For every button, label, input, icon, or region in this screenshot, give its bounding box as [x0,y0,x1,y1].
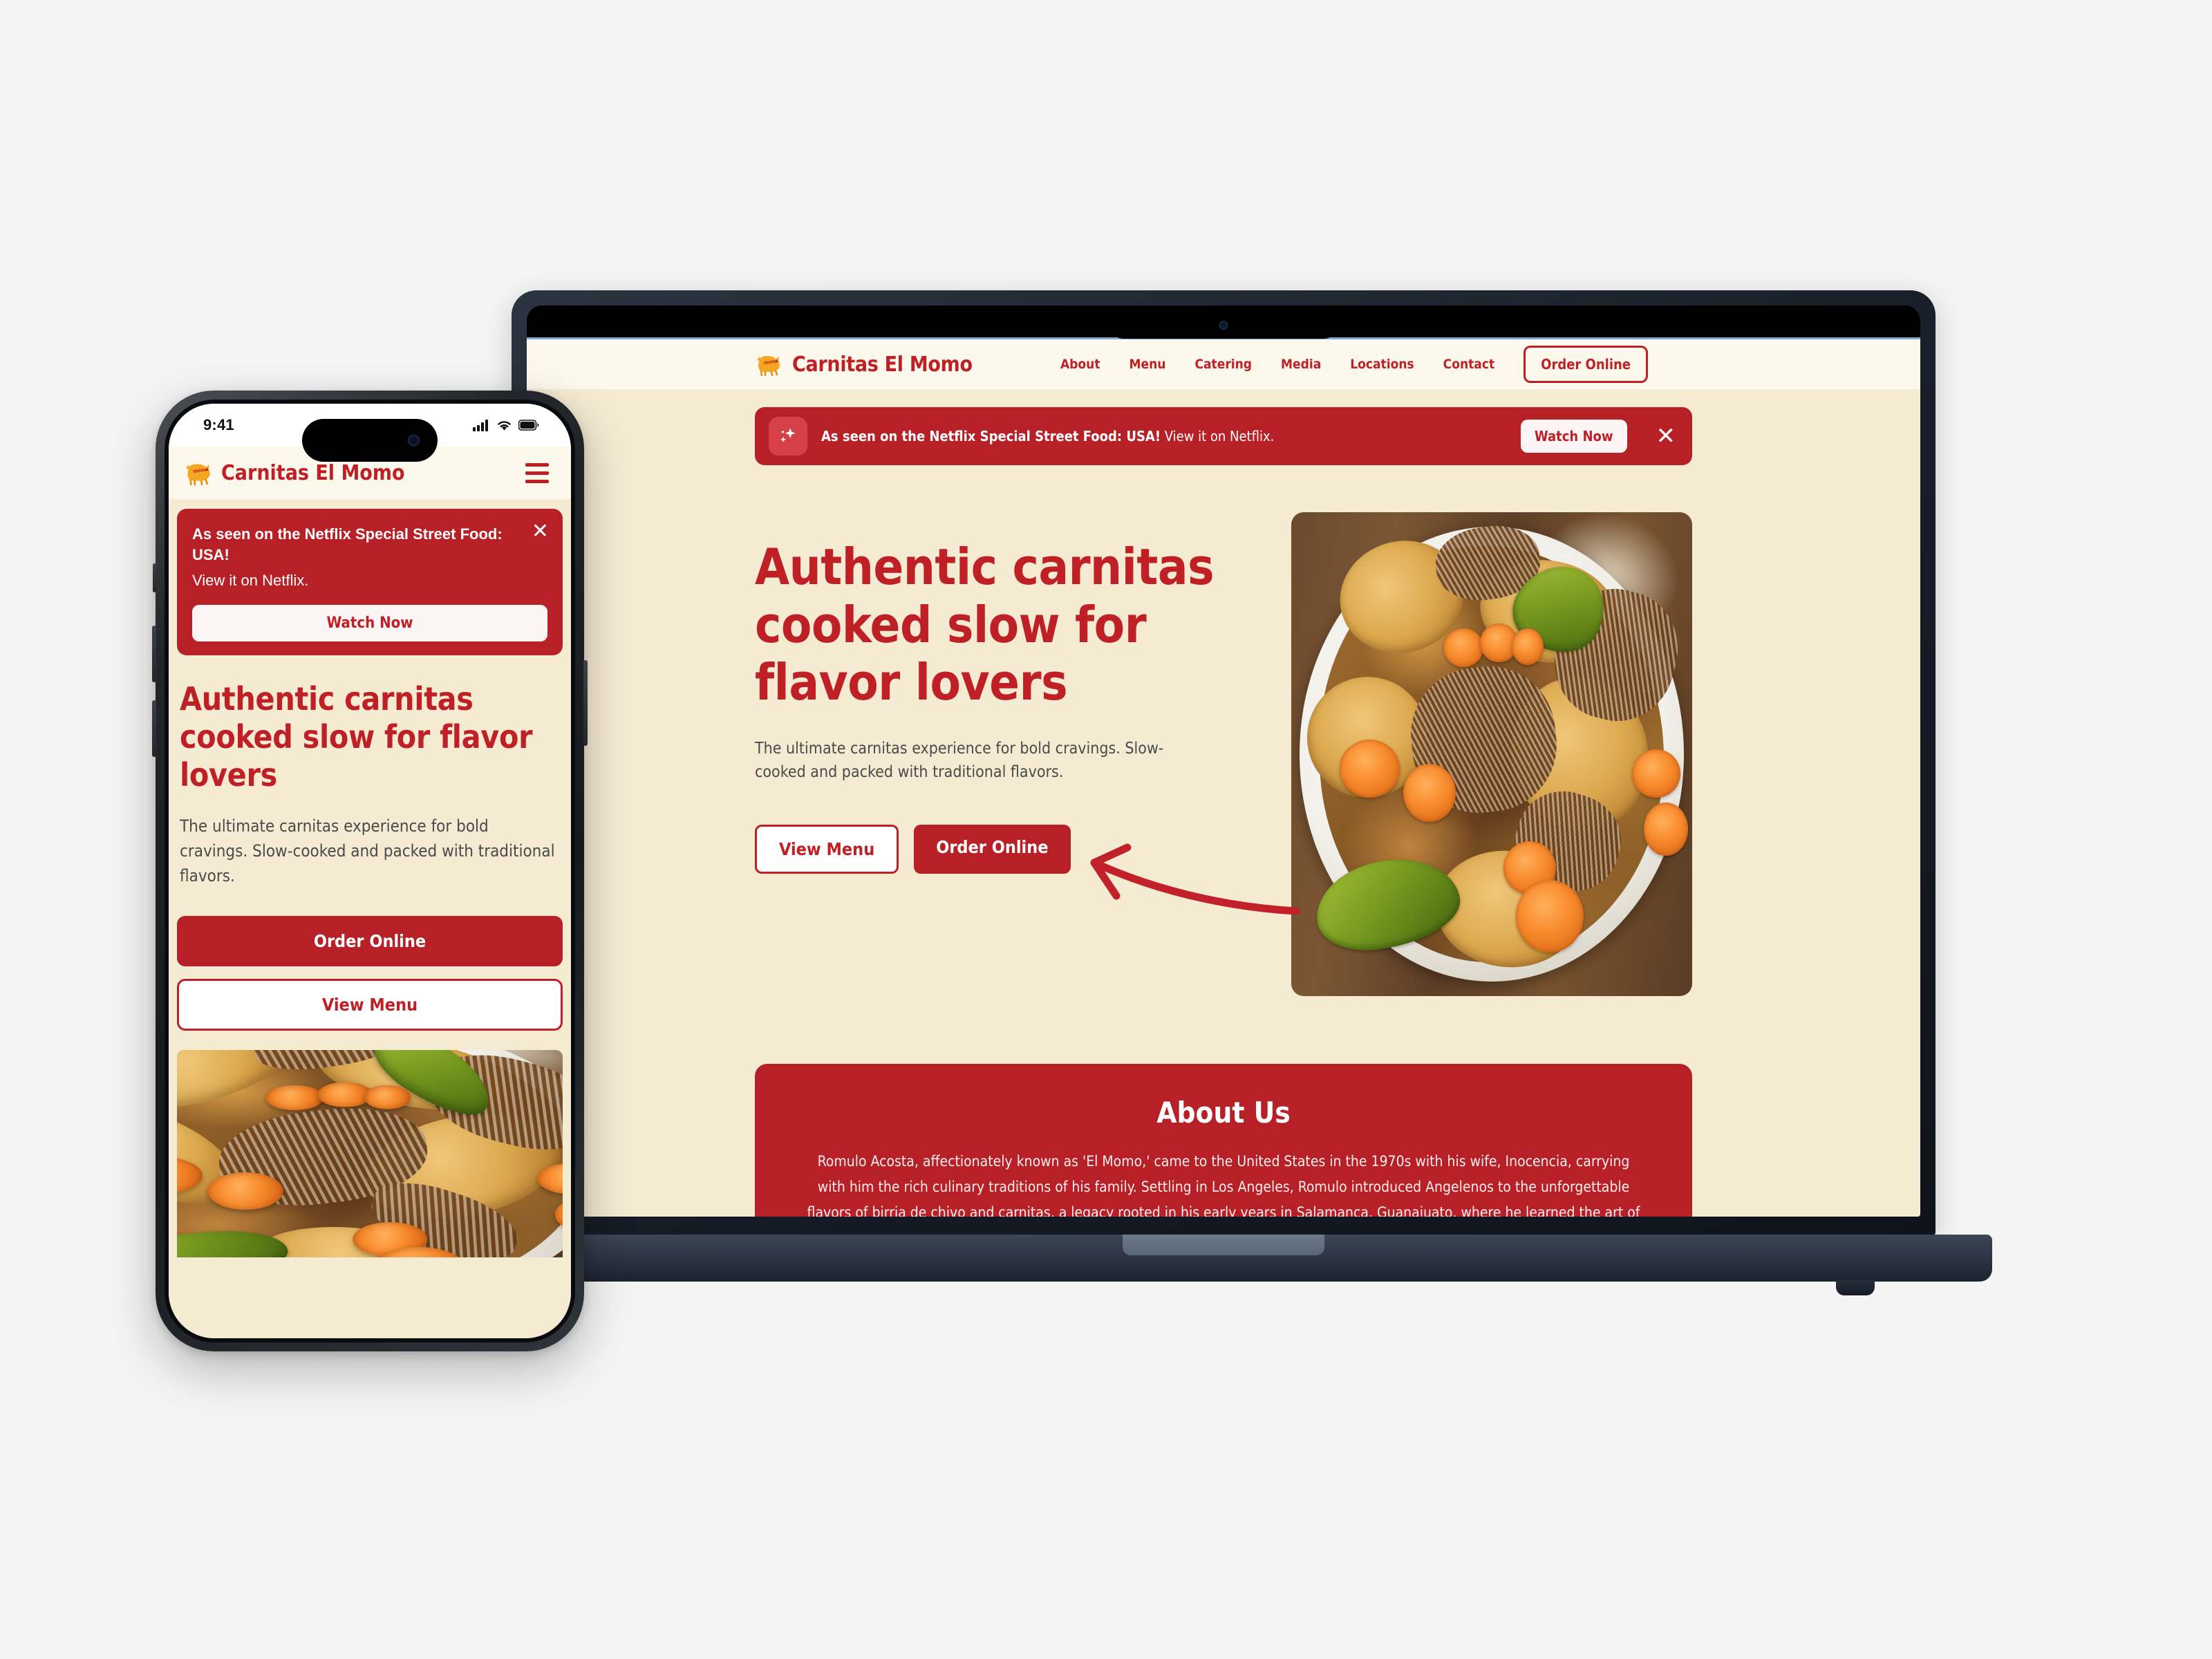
phone-brand-name: Carnitas El Momo [221,460,405,485]
dynamic-island [302,419,438,462]
nav-item-media[interactable]: Media [1281,357,1321,372]
desktop-order-online-button[interactable]: Order Online [914,824,1071,874]
laptop-notch [1109,306,1338,339]
hamburger-menu-icon[interactable] [521,459,553,487]
nav-item-menu[interactable]: Menu [1130,357,1166,372]
laptop-base [455,1235,1992,1295]
battery-icon [518,420,539,431]
desktop-banner-subtext: View it on Netflix. [1164,428,1275,444]
desktop-navbar: momo Carnitas El Momo About Menu Caterin… [527,339,1920,389]
phone-status-time: 9:41 [203,416,234,433]
phone-banner-subtext: View it on Netflix. [192,571,309,589]
phone-volume-up-button[interactable] [152,626,156,682]
phone-view-menu-button[interactable]: View Menu [177,979,563,1031]
desktop-netflix-banner: As seen on the Netflix Special Street Fo… [755,407,1692,465]
desktop-about-body: Romulo Acosta, affectionately known as '… [807,1153,1640,1217]
phone-brand[interactable]: momo Carnitas El Momo [184,460,405,485]
nav-item-catering[interactable]: Catering [1194,357,1252,372]
laptop-lid: momo Carnitas El Momo About Menu Caterin… [512,290,1936,1237]
nav-item-about[interactable]: About [1060,357,1100,372]
cellular-bars-icon [473,420,488,431]
desktop-hero-ctas: View Menu Order Online [755,824,1250,874]
desktop-site-viewport: momo Carnitas El Momo About Menu Caterin… [527,337,1920,1217]
desktop-hero-copy: Authentic carnitas cooked slow for flavo… [755,512,1250,874]
laptop-screen: momo Carnitas El Momo About Menu Caterin… [527,306,1920,1217]
nav-order-online-button[interactable]: Order Online [1524,346,1648,383]
phone-volume-down-button[interactable] [152,700,156,757]
sparkles-icon [769,417,807,456]
phone-frame: 9:41 momo Carnitas El Momo As seen on th… [152,391,588,1351]
desktop-hero-title: Authentic carnitas cooked slow for flavo… [755,538,1215,712]
laptop-base-notch [1123,1235,1324,1255]
phone-watch-now-button[interactable]: Watch Now [192,604,547,641]
desktop-hero-subtitle: The ultimate carnitas experience for bol… [755,739,1164,782]
desktop-banner-headline: As seen on the Netflix Special Street Fo… [821,428,1161,444]
laptop-mockup: momo Carnitas El Momo About Menu Caterin… [455,290,1992,1295]
phone-silence-switch[interactable] [153,563,156,592]
desktop-about-title: About Us [1156,1096,1291,1130]
laptop-camera-icon [1219,321,1228,330]
phone-banner-headline: As seen on the Netflix Special Street Fo… [192,525,503,564]
phone-hero-photo: Carnitas plate with tortillas, carrots a… [177,1050,563,1258]
desktop-nav-links: About Menu Catering Media Locations Cont… [1060,346,1904,383]
phone-bezel: 9:41 momo Carnitas El Momo As seen on th… [165,400,575,1342]
phone-hero-subtitle: The ultimate carnitas experience for bol… [180,816,555,886]
desktop-brand-name: Carnitas El Momo [792,352,973,377]
pig-logo-icon: momo [186,464,210,485]
nav-item-locations[interactable]: Locations [1350,357,1414,372]
nav-item-contact[interactable]: Contact [1443,357,1494,372]
phone-page-body: As seen on the Netflix Special Street Fo… [169,499,571,1338]
laptop-foot [1836,1280,1875,1295]
phone-hero-title: Authentic carnitas cooked slow for flavo… [180,679,533,794]
desktop-page-body: As seen on the Netflix Special Street Fo… [527,389,1920,1217]
desktop-brand[interactable]: momo Carnitas El Momo [755,353,973,377]
close-icon[interactable]: ✕ [1656,424,1676,448]
desktop-hero: Authentic carnitas cooked slow for flavo… [755,512,1692,996]
phone-screen: 9:41 momo Carnitas El Momo As seen on th… [169,404,571,1338]
desktop-watch-now-button[interactable]: Watch Now [1520,420,1627,453]
wifi-icon [498,421,511,431]
phone-order-online-button[interactable]: Order Online [177,916,563,967]
phone-power-button[interactable] [583,660,588,746]
phone-status-bar: 9:41 [169,404,571,462]
pig-logo-icon: momo [757,356,780,376]
desktop-hero-photo: Carnitas plate with tortillas, carrots a… [1291,512,1692,996]
desktop-about-section: About Us Romulo Acosta, affectionately k… [755,1064,1692,1217]
desktop-view-menu-button[interactable]: View Menu [755,824,899,874]
phone-mockup: 9:41 momo Carnitas El Momo As seen on th… [152,391,588,1351]
phone-netflix-banner: As seen on the Netflix Special Street Fo… [177,509,563,655]
mockup-stage: momo Carnitas El Momo About Menu Caterin… [0,0,2212,1659]
front-camera-icon [408,434,420,447]
close-icon[interactable]: ✕ [532,521,549,542]
phone-status-icons [473,419,539,431]
desktop-banner-text: As seen on the Netflix Special Street Fo… [821,428,1507,444]
